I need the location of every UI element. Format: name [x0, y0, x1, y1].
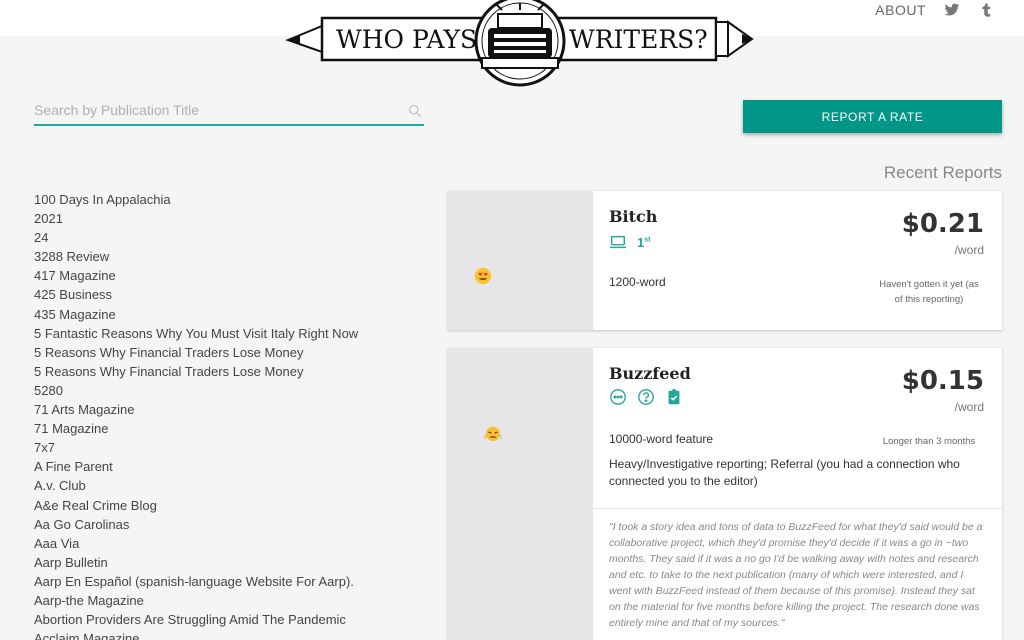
publication-link[interactable]: 71 Magazine: [34, 419, 358, 438]
search-box: [34, 96, 424, 126]
site-logo[interactable]: WHO PAYS WRITERS?: [284, 0, 756, 88]
report-detail: 1200-word: [609, 275, 666, 289]
report-meta: 1st: [609, 233, 650, 251]
publication-link[interactable]: 5 Reasons Why Financial Traders Lose Mon…: [34, 362, 358, 381]
publication-link[interactable]: 5 Fantastic Reasons Why You Must Visit I…: [34, 324, 358, 343]
publication-name[interactable]: Bitch: [609, 207, 657, 226]
report-card: $0.21 /word Haven't gotten it yet (as of…: [448, 191, 1002, 330]
rate-unit: /word: [954, 243, 984, 257]
search-icon[interactable]: [408, 104, 422, 118]
nav-about-link[interactable]: ABOUT: [875, 2, 926, 18]
publication-link[interactable]: Aaa Via: [34, 534, 358, 553]
rate-panel: [448, 191, 593, 330]
rate-value: $0.21: [901, 209, 984, 239]
heart-eyes-emoji: [474, 267, 492, 285]
report-detail: Heavy/Investigative reporting; Referral …: [609, 457, 960, 488]
report-meta: [609, 388, 683, 406]
tumblr-icon[interactable]: [978, 2, 994, 18]
publication-link[interactable]: Acclaim Magazine: [34, 629, 358, 640]
rate-panel: [448, 348, 593, 640]
rate-unit: /word: [954, 400, 984, 414]
publication-link[interactable]: 425 Business: [34, 285, 358, 304]
publication-link[interactable]: Aarp-the Magazine: [34, 591, 358, 610]
typewriter-icon: [474, 0, 566, 87]
publication-link[interactable]: 5280: [34, 381, 358, 400]
first-time-badge: 1st: [637, 235, 650, 250]
steaming-face-emoji: [484, 426, 502, 442]
page: ABOUT WHO PAYS WRITERS? Search by Public…: [0, 0, 1024, 640]
logo-text-left: WHO PAYS: [336, 25, 477, 54]
publication-link[interactable]: 435 Magazine: [34, 305, 358, 324]
publication-link[interactable]: A&e Real Crime Blog: [34, 496, 358, 515]
publication-link[interactable]: 3288 Review: [34, 247, 358, 266]
twitter-icon[interactable]: [944, 2, 960, 18]
dots-circle-icon: [610, 389, 626, 405]
publication-link[interactable]: 2021: [34, 209, 358, 228]
report-note: "I took a story idea and tons of data to…: [593, 508, 1002, 640]
recent-reports-heading: Recent Reports: [883, 163, 1002, 182]
publication-list: 100 Days In Appalachia 2021 24 3288 Revi…: [34, 190, 358, 640]
publication-link[interactable]: 100 Days In Appalachia: [34, 190, 358, 209]
publication-link[interactable]: 71 Arts Magazine: [34, 400, 358, 419]
publication-link[interactable]: A Fine Parent: [34, 457, 358, 476]
search-input[interactable]: [34, 96, 424, 124]
publication-link[interactable]: 7x7: [34, 438, 358, 457]
publication-link[interactable]: 24: [34, 228, 358, 247]
logo-text-right: WRITERS?: [569, 25, 708, 54]
publication-link[interactable]: Aarp Bulletin: [34, 553, 358, 572]
rate-value: $0.15: [901, 366, 984, 396]
top-nav: ABOUT: [875, 2, 994, 18]
clipboard-check-icon: [668, 388, 680, 405]
report-a-rate-button[interactable]: REPORT A RATE: [743, 100, 1002, 133]
laptop-icon: [609, 235, 627, 249]
publication-link[interactable]: 417 Magazine: [34, 266, 358, 285]
publication-link[interactable]: A.v. Club: [34, 476, 358, 495]
publication-link[interactable]: Aarp En Español (spanish-language Websit…: [34, 572, 358, 591]
publication-link[interactable]: Abortion Providers Are Struggling Amid T…: [34, 610, 358, 629]
publication-name[interactable]: Buzzfeed: [609, 364, 691, 383]
order-suffix: st: [644, 236, 651, 244]
report-detail: 10000-word feature: [609, 432, 714, 446]
publication-link[interactable]: Aa Go Carolinas: [34, 515, 358, 534]
report-card: $0.15 /word Longer than 3 months Buzzfee…: [448, 348, 1002, 640]
question-circle-icon: [638, 389, 654, 405]
publication-link[interactable]: 5 Reasons Why Financial Traders Lose Mon…: [34, 343, 358, 362]
